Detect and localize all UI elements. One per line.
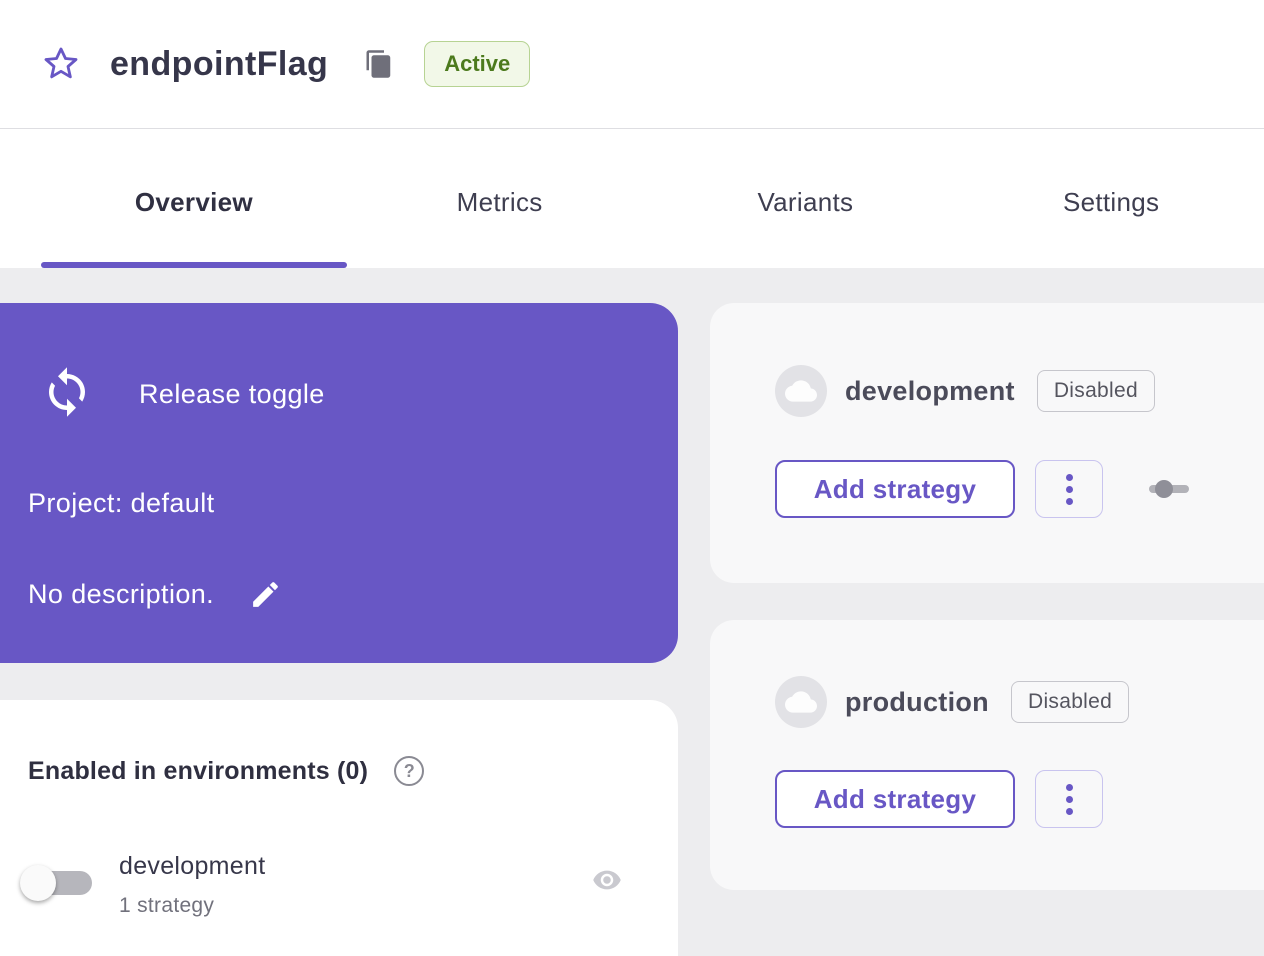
help-icon[interactable]: ?	[394, 756, 424, 786]
main-content: Release toggle Project: default No descr…	[0, 268, 1264, 956]
environment-row: development 1 strategy	[0, 840, 678, 932]
environment-card-development: development Disabled Add strategy	[710, 303, 1264, 583]
add-strategy-button[interactable]: Add strategy	[775, 770, 1015, 828]
enabled-environments-header: Enabled in environments (0) ?	[0, 700, 678, 786]
mini-toggle-switch[interactable]	[1149, 479, 1189, 499]
environment-card-actions: Add strategy	[710, 460, 1264, 518]
environment-toggle-switch[interactable]	[20, 864, 94, 902]
environment-menu-button[interactable]	[1035, 770, 1103, 828]
copy-icon	[364, 49, 394, 79]
environment-card-production: production Disabled Add strategy	[710, 620, 1264, 890]
toggle-type-row: Release toggle	[40, 365, 325, 424]
kebab-menu-icon	[1066, 474, 1073, 481]
tab-metrics[interactable]: Metrics	[347, 130, 653, 268]
sync-icon	[40, 365, 94, 424]
toggle-type-label: Release toggle	[139, 379, 325, 410]
favorite-star-button[interactable]	[40, 43, 82, 85]
tab-settings[interactable]: Settings	[958, 130, 1264, 268]
tab-overview-label: Overview	[135, 187, 253, 218]
environment-status-chip: Disabled	[1011, 681, 1129, 723]
environment-avatar	[775, 365, 827, 417]
tab-settings-label: Settings	[1063, 187, 1159, 218]
environment-name: production	[845, 687, 989, 718]
add-strategy-button[interactable]: Add strategy	[775, 460, 1015, 518]
cloud-icon	[785, 375, 817, 407]
visibility-eye-button[interactable]	[588, 864, 626, 898]
tab-metrics-label: Metrics	[457, 187, 543, 218]
mini-switch-knob	[1155, 480, 1173, 498]
edit-icon	[249, 578, 282, 611]
kebab-menu-icon	[1066, 784, 1073, 791]
cloud-icon	[785, 686, 817, 718]
environment-menu-button[interactable]	[1035, 460, 1103, 518]
copy-name-button[interactable]	[362, 47, 396, 81]
enabled-environments-title: Enabled in environments (0)	[28, 757, 368, 786]
description-text: No description.	[28, 579, 214, 610]
tab-overview[interactable]: Overview	[41, 130, 347, 268]
star-icon	[41, 44, 81, 84]
environment-name: development	[845, 376, 1015, 407]
page-title: endpointFlag	[110, 45, 328, 84]
environment-card-header: production Disabled	[710, 620, 1264, 728]
environment-status-chip: Disabled	[1037, 370, 1155, 412]
status-badge: Active	[424, 41, 530, 87]
edit-description-button[interactable]	[246, 575, 284, 613]
environment-card-actions: Add strategy	[710, 770, 1264, 828]
environment-row-name: development	[119, 852, 265, 881]
header: endpointFlag Active	[0, 0, 1264, 129]
enabled-environments-panel: Enabled in environments (0) ? developmen…	[0, 700, 678, 956]
switch-knob	[20, 865, 56, 901]
feature-overview-card: Release toggle Project: default No descr…	[0, 303, 678, 663]
environment-avatar	[775, 676, 827, 728]
page: endpointFlag Active Overview Metrics Var…	[0, 0, 1264, 956]
project-label: Project: default	[28, 488, 215, 519]
environment-row-strategy-count: 1 strategy	[119, 894, 214, 918]
description-row: No description.	[28, 575, 284, 613]
eye-icon	[589, 865, 625, 895]
environment-card-header: development Disabled	[710, 303, 1264, 417]
tab-variants-label: Variants	[757, 187, 853, 218]
tab-variants[interactable]: Variants	[653, 130, 959, 268]
tab-bar: Overview Metrics Variants Settings	[0, 130, 1264, 268]
